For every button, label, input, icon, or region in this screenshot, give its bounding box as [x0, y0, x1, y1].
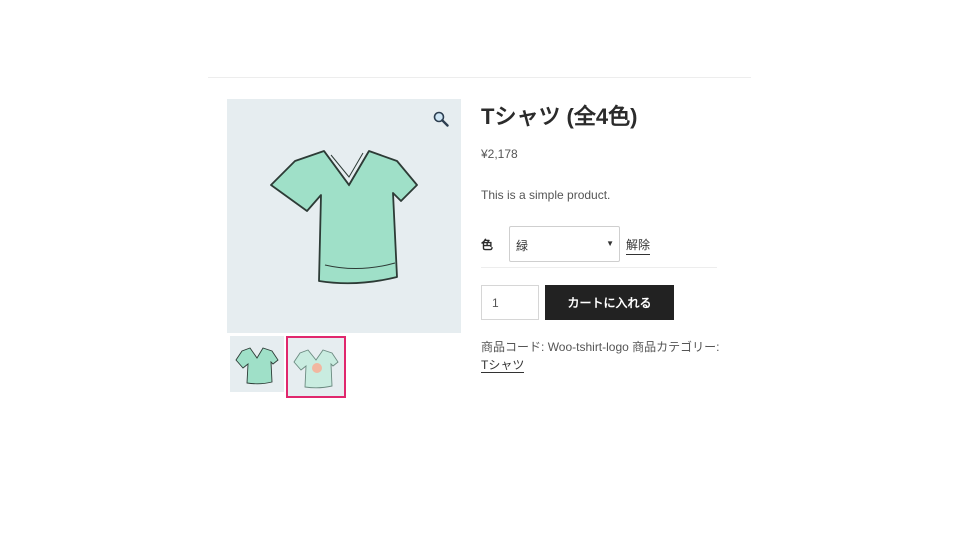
reset-variation-link[interactable]: 解除 — [626, 236, 651, 255]
color-select-value: 緑 — [516, 239, 529, 253]
product-main-image[interactable] — [227, 99, 461, 333]
add-to-cart-button[interactable]: カートに入れる — [545, 285, 674, 320]
variation-divider — [481, 267, 717, 268]
tshirt-image — [270, 150, 418, 285]
tshirt-thumb-image — [235, 347, 279, 385]
product-meta: 商品コード: Woo-tshirt-logo 商品カテゴリー: Tシャツ — [481, 338, 721, 374]
color-select[interactable]: 緑 ▼ — [509, 226, 620, 262]
quantity-input[interactable] — [481, 285, 539, 320]
product-description: This is a simple product. — [481, 188, 611, 202]
category-label: 商品カテゴリー: — [632, 340, 720, 354]
product-title: Tシャツ (全4色) — [481, 104, 638, 129]
header-divider — [208, 77, 751, 78]
sku-value: Woo-tshirt-logo — [547, 340, 629, 354]
magnifier-icon[interactable] — [433, 111, 449, 127]
product-price: ¥2,178 — [481, 147, 518, 161]
color-label: 色 — [481, 238, 494, 252]
chevron-down-icon: ▼ — [606, 239, 614, 248]
thumbnail-tshirt-plain[interactable] — [230, 336, 284, 392]
sku-label: 商品コード: — [481, 340, 545, 354]
thumbnail-tshirt-logo[interactable] — [286, 336, 346, 398]
category-link[interactable]: Tシャツ — [481, 358, 525, 373]
tshirt-logo-thumb-image — [293, 349, 339, 389]
